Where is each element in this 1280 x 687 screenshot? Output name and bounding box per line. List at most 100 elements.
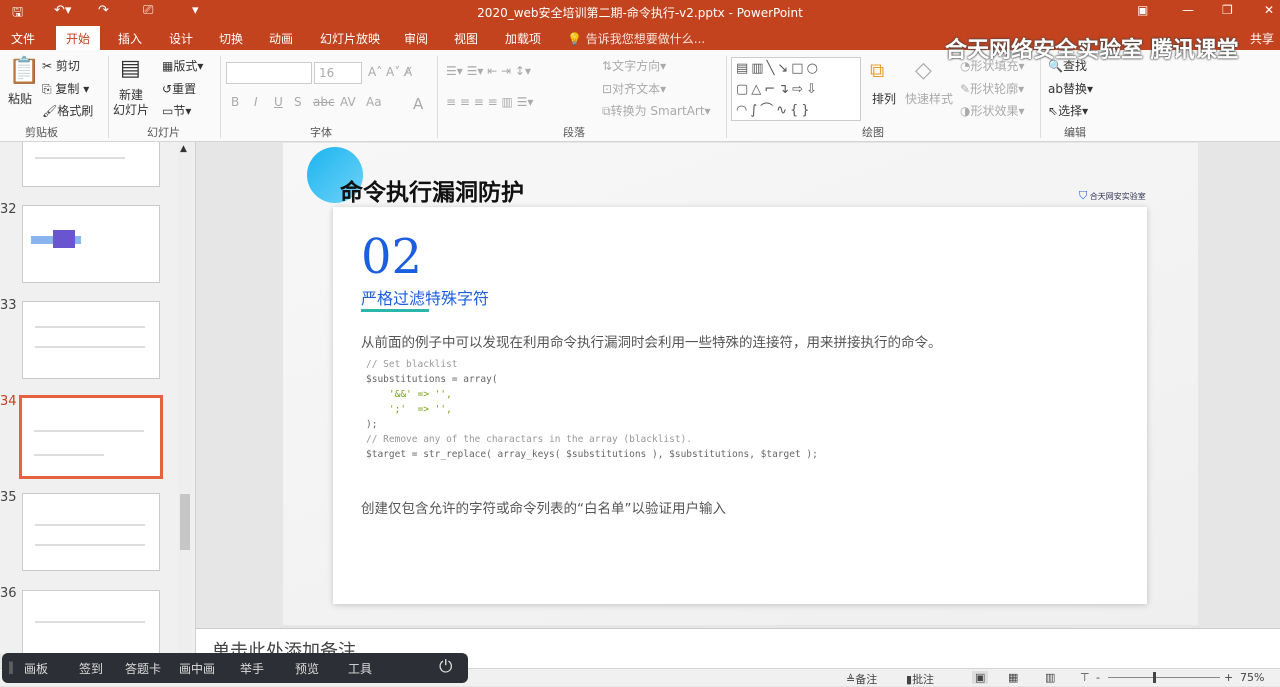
slide-canvas[interactable]: 命令执行漏洞防护 ⛉ 合天网安实验室 02 严格过滤特殊字符 从前面的例子中可以… <box>283 143 1198 625</box>
tab-transitions[interactable]: 切换 <box>219 30 243 47</box>
tab-design[interactable]: 设计 <box>169 30 193 47</box>
normal-view-button[interactable]: ▣ <box>972 671 989 684</box>
shadow-button[interactable]: S <box>294 95 302 109</box>
code-line: // Remove any of the charactars in the a… <box>366 434 693 445</box>
tab-file[interactable]: 文件 <box>11 30 35 47</box>
whiteboard-button[interactable]: 画板 <box>24 660 48 677</box>
quick-styles-icon[interactable]: ◇ <box>915 58 932 83</box>
notes-toggle[interactable]: ≜备注 <box>846 671 877 687</box>
shapes-gallery[interactable]: ▤▥╲↘□○ ▢△⌐↴⇨⇩ ◠∫⌒∿{} <box>731 57 861 121</box>
text-direction-button[interactable]: ⇅文字方向▾ <box>602 57 666 74</box>
raise-hand-button[interactable]: 举手 <box>240 660 264 677</box>
arrange-button[interactable]: 排列 <box>872 90 896 107</box>
reading-view-button[interactable]: ▥ <box>1045 671 1055 684</box>
new-slide-icon[interactable]: ▤ <box>120 56 141 81</box>
slide-thumbnail-pane: 32 33 34 35 36 ▲ <box>0 142 196 654</box>
preview-button[interactable]: 预览 <box>295 660 319 677</box>
power-icon[interactable]: ⏻ <box>439 657 452 677</box>
picture-in-picture-button[interactable]: 画中画 <box>179 660 215 677</box>
slide-number: 33 <box>0 298 17 313</box>
subtitle-underline <box>361 309 429 312</box>
slide-thumbnail-selected[interactable] <box>19 395 163 479</box>
char-spacing-button[interactable]: AV <box>340 95 356 109</box>
bold-button[interactable]: B <box>231 95 239 109</box>
thumbnail-scrollbar[interactable]: ▲ <box>178 142 192 654</box>
section-button[interactable]: ▭节▾ <box>162 102 191 119</box>
slide-thumbnail[interactable] <box>22 493 160 571</box>
slide-number: 32 <box>0 202 17 217</box>
tell-me-search[interactable]: 💡 告诉我您想要做什么... <box>567 30 705 47</box>
quick-styles-button[interactable]: 快速样式 <box>905 90 953 107</box>
paste-icon[interactable]: 📋 <box>8 56 40 86</box>
comments-toggle[interactable]: ▮批注 <box>906 671 934 687</box>
tab-view[interactable]: 视图 <box>454 30 478 47</box>
italic-button[interactable]: I <box>254 95 258 109</box>
slide-thumbnail[interactable] <box>22 205 160 283</box>
cut-button[interactable]: ✂ 剪切 <box>42 57 80 74</box>
zoom-out-button[interactable]: - <box>1096 671 1100 684</box>
drag-handle[interactable]: ‖ <box>8 660 14 674</box>
list-buttons[interactable]: ☰▾ ☰▾ ⇤ ⇥ ↕▾ <box>446 64 531 78</box>
new-slide-button[interactable]: 新建 幻灯片 <box>113 88 149 118</box>
scrollbar-thumb[interactable] <box>180 494 190 550</box>
alignment-buttons[interactable]: ≡ ≡ ≡ ≡ ▥ ☰▾ <box>446 95 533 109</box>
underline-button[interactable]: U <box>274 95 283 109</box>
zoom-level[interactable]: 75% <box>1240 671 1264 684</box>
slide-thumbnail[interactable] <box>22 301 160 379</box>
tab-animations[interactable]: 动画 <box>269 30 293 47</box>
slide-thumbnail[interactable] <box>22 590 160 654</box>
slide-sorter-button[interactable]: ▦ <box>1008 671 1018 684</box>
code-line: // Set blacklist <box>366 359 458 370</box>
minimize-icon[interactable]: — <box>1182 3 1194 17</box>
content-card: 02 严格过滤特殊字符 从前面的例子中可以发现在利用命令执行漏洞时会利用一些特殊… <box>333 207 1147 604</box>
drawing-group-label: 绘图 <box>862 126 884 139</box>
find-button[interactable]: 🔍查找 <box>1048 57 1087 74</box>
tab-review[interactable]: 审阅 <box>404 30 428 47</box>
change-case-button[interactable]: Aa <box>366 95 382 109</box>
arrange-icon[interactable]: ⧉ <box>870 58 884 82</box>
share-button[interactable]: 共享 <box>1250 30 1274 47</box>
copy-button[interactable]: ⎘ 复制 ▾ <box>42 80 89 97</box>
select-button[interactable]: ⇖选择▾ <box>1048 102 1088 119</box>
tab-insert[interactable]: 插入 <box>118 30 142 47</box>
ribbon-display-icon[interactable]: ▣ <box>1137 3 1148 17</box>
reset-button[interactable]: ↺重置 <box>162 80 196 97</box>
strikethrough-button[interactable]: abc <box>313 95 335 109</box>
slideshow-button[interactable]: ⊤ <box>1080 671 1090 684</box>
paragraph-1: 从前面的例子中可以发现在利用命令执行漏洞时会利用一些特殊的连接符，用来拼接执行的… <box>361 335 942 351</box>
code-line: ';' => '', <box>366 404 452 415</box>
font-size-input[interactable]: 16 <box>314 62 362 84</box>
shape-effects-button[interactable]: ◑形状效果▾ <box>960 102 1025 119</box>
paragraph-group-label: 段落 <box>563 126 585 139</box>
zoom-slider[interactable] <box>1108 677 1220 678</box>
title-bar: 🖫 ↶▾ ↷ ⎚ ▾ 2020_web安全培训第二期-命令执行-v2.pptx … <box>0 0 1280 24</box>
code-line: $target = str_replace( array_keys( $subs… <box>366 449 818 460</box>
font-grow-shrink-buttons[interactable]: A˄ A˅ A̸ <box>368 65 412 79</box>
close-icon[interactable]: ✕ <box>1264 3 1274 17</box>
logo: ⛉ 合天网安实验室 <box>1079 189 1146 202</box>
scroll-up-icon[interactable]: ▲ <box>180 144 187 154</box>
shape-fill-button[interactable]: ◔形状填充▾ <box>960 57 1025 74</box>
shape-outline-button[interactable]: ✎形状轮廓▾ <box>960 80 1024 97</box>
convert-smartart-button[interactable]: ⧉转换为 SmartArt▾ <box>602 102 711 119</box>
zoom-in-button[interactable]: + <box>1224 671 1233 684</box>
tab-addins[interactable]: 加载项 <box>505 30 541 47</box>
layout-button[interactable]: ▦版式▾ <box>162 57 203 74</box>
restore-icon[interactable]: ❐ <box>1222 3 1233 17</box>
paste-button[interactable]: 粘贴 <box>8 90 32 107</box>
format-painter-button[interactable]: 🖌格式刷 <box>42 102 93 119</box>
paragraph-2: 创建仅包含允许的字符或命令列表的“白名单”以验证用户输入 <box>361 501 726 517</box>
tab-home[interactable]: 开始 <box>56 26 101 50</box>
tab-slideshow[interactable]: 幻灯片放映 <box>320 30 380 47</box>
shield-icon: ⛉ <box>1079 189 1088 202</box>
font-color-button[interactable]: A <box>413 95 423 113</box>
tools-button[interactable]: 工具 <box>348 660 372 677</box>
checkin-button[interactable]: 签到 <box>79 660 103 677</box>
align-text-button[interactable]: ⊡对齐文本▾ <box>602 80 666 97</box>
font-name-input[interactable] <box>226 62 312 84</box>
lightbulb-icon: 💡 <box>567 32 582 46</box>
answer-card-button[interactable]: 答题卡 <box>125 660 161 677</box>
zoom-slider-thumb[interactable] <box>1153 672 1156 683</box>
replace-button[interactable]: ab替换▾ <box>1048 80 1093 97</box>
slide-thumbnail[interactable] <box>22 142 160 187</box>
